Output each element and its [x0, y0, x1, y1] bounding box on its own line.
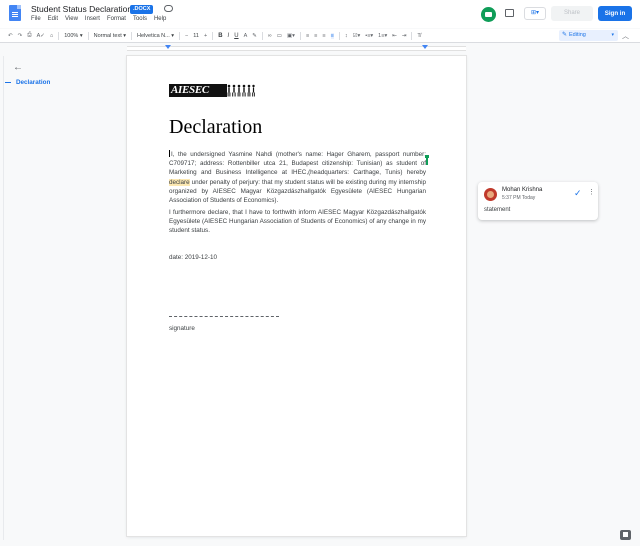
logo-wordmark: AIESEC	[169, 84, 227, 97]
comment-author: Mohan Krishna	[502, 187, 543, 193]
present-icon: ⊞▾	[530, 10, 540, 16]
left-indent-marker[interactable]	[165, 45, 171, 49]
present-button[interactable]: ⊞▾	[524, 7, 546, 20]
document-title[interactable]: Student Status Declaration	[31, 4, 132, 14]
link-icon[interactable]: ∞	[268, 33, 272, 39]
indent-increase-icon[interactable]: ⇥	[402, 33, 407, 39]
numbering-icon[interactable]: 1≡▾	[378, 33, 387, 39]
docs-logo-icon[interactable]	[9, 5, 21, 21]
menu-view[interactable]: View	[65, 16, 78, 22]
spellcheck-icon[interactable]: A✓	[37, 33, 45, 39]
divider	[212, 31, 214, 40]
text-cursor	[169, 150, 170, 157]
divider	[411, 31, 413, 40]
style-select[interactable]: Normal text ▾	[94, 33, 126, 39]
vertical-ruler	[0, 56, 4, 540]
back-arrow-icon[interactable]: ←	[13, 62, 23, 73]
logo-people-icon	[227, 84, 255, 97]
highlighted-word[interactable]: declare	[169, 178, 190, 186]
divider	[261, 31, 263, 40]
menu-file[interactable]: File	[31, 16, 41, 22]
menu-insert[interactable]: Insert	[85, 16, 100, 22]
paint-format-icon[interactable]: ⌂	[50, 33, 53, 39]
paragraph-2[interactable]: I furthermore declare, that I have to fo…	[169, 208, 426, 236]
avatar	[484, 188, 497, 201]
highlight-icon[interactable]: ✎	[252, 33, 257, 39]
clear-format-icon[interactable]: T̸	[417, 33, 420, 39]
undo-icon[interactable]: ↶	[8, 33, 13, 39]
paragraph-1[interactable]: I, the undersigned Yasmine Nahdi (mother…	[169, 150, 426, 205]
paragraph-1-text-start: I, the undersigned Yasmine Nahdi (mother…	[169, 151, 426, 177]
signature-line	[169, 316, 279, 317]
header-bar: Student Status Declaration .DOCX File Ed…	[0, 0, 640, 28]
divider	[338, 31, 340, 40]
docx-badge: .DOCX	[130, 5, 154, 14]
zoom-select[interactable]: 100% ▾	[64, 33, 82, 39]
explore-icon[interactable]	[620, 530, 631, 540]
print-icon[interactable]: ⎙	[27, 32, 31, 39]
comment-text: statement	[484, 207, 511, 213]
paragraph-1-text-end: under penalty of perjury: that my studen…	[169, 178, 426, 205]
align-left-icon[interactable]: ≡	[306, 33, 309, 39]
signature-label[interactable]: signature	[169, 325, 195, 332]
menu-tools[interactable]: Tools	[133, 16, 147, 22]
justify-icon[interactable]: ≡	[330, 32, 334, 39]
date-line[interactable]: date: 2019-12-10	[169, 254, 217, 261]
font-select[interactable]: Helvetica N... ▾	[137, 33, 174, 39]
style-value: Normal text	[93, 32, 122, 39]
menu-bar: File Edit View Insert Format Tools Help	[31, 16, 166, 22]
aiesec-logo: AIESEC	[169, 84, 255, 97]
redo-icon[interactable]: ↷	[18, 33, 23, 39]
font-value: Helvetica N...	[137, 32, 170, 39]
menu-edit[interactable]: Edit	[48, 16, 58, 22]
italic-icon[interactable]: I	[228, 33, 230, 39]
share-button[interactable]: Share	[551, 6, 593, 21]
checklist-icon[interactable]: ☑▾	[353, 33, 361, 39]
indent-decrease-icon[interactable]: ⇤	[392, 33, 397, 39]
underline-icon[interactable]: U	[234, 33, 238, 39]
menu-format[interactable]: Format	[107, 16, 126, 22]
chevron-up-icon[interactable]: ︿	[622, 31, 629, 41]
comment-time: 5:37 PM Today	[502, 195, 536, 201]
resolve-check-icon[interactable]: ✓	[574, 188, 582, 199]
image-icon[interactable]: ▣▾	[287, 33, 295, 39]
comment-icon[interactable]: ▭	[277, 33, 282, 39]
outline-item-declaration[interactable]: Declaration	[16, 79, 50, 86]
divider	[58, 31, 60, 40]
cloud-status-icon[interactable]	[164, 5, 173, 12]
editing-mode-select[interactable]: Editing	[559, 30, 618, 41]
line-spacing-icon[interactable]: ↕	[345, 33, 348, 39]
divider	[179, 31, 181, 40]
divider	[131, 31, 133, 40]
menu-help[interactable]: Help	[154, 16, 166, 22]
outline-marker	[5, 82, 11, 83]
horizontal-ruler[interactable]	[127, 46, 466, 51]
zoom-value: 100%	[64, 32, 79, 39]
font-size-decrease-icon[interactable]: −	[185, 33, 188, 39]
more-options-icon[interactable]: ⋮	[588, 188, 595, 196]
align-center-icon[interactable]: ≡	[314, 33, 317, 39]
comment-card[interactable]: Mohan Krishna 5:37 PM Today ✓ ⋮ statemen…	[478, 182, 598, 220]
right-indent-marker[interactable]	[422, 45, 428, 49]
toolbar: ↶ ↷ ⎙ A✓ ⌂ 100% ▾ Normal text ▾ Helvetic…	[0, 29, 640, 43]
text-color-icon[interactable]: A	[244, 33, 248, 39]
meet-icon[interactable]	[481, 7, 496, 22]
document-heading: Declaration	[169, 116, 263, 138]
comment-history-icon[interactable]	[505, 9, 514, 17]
sign-in-button[interactable]: Sign in	[598, 6, 632, 21]
collaborator-cursor	[425, 155, 429, 165]
font-size-increase-icon[interactable]: +	[204, 33, 207, 39]
divider	[87, 31, 89, 40]
bullets-icon[interactable]: •≡▾	[365, 33, 373, 39]
divider	[299, 31, 301, 40]
align-right-icon[interactable]: ≡	[322, 33, 325, 39]
font-size-field[interactable]: 11	[193, 33, 199, 39]
bold-icon[interactable]: B	[218, 33, 222, 39]
